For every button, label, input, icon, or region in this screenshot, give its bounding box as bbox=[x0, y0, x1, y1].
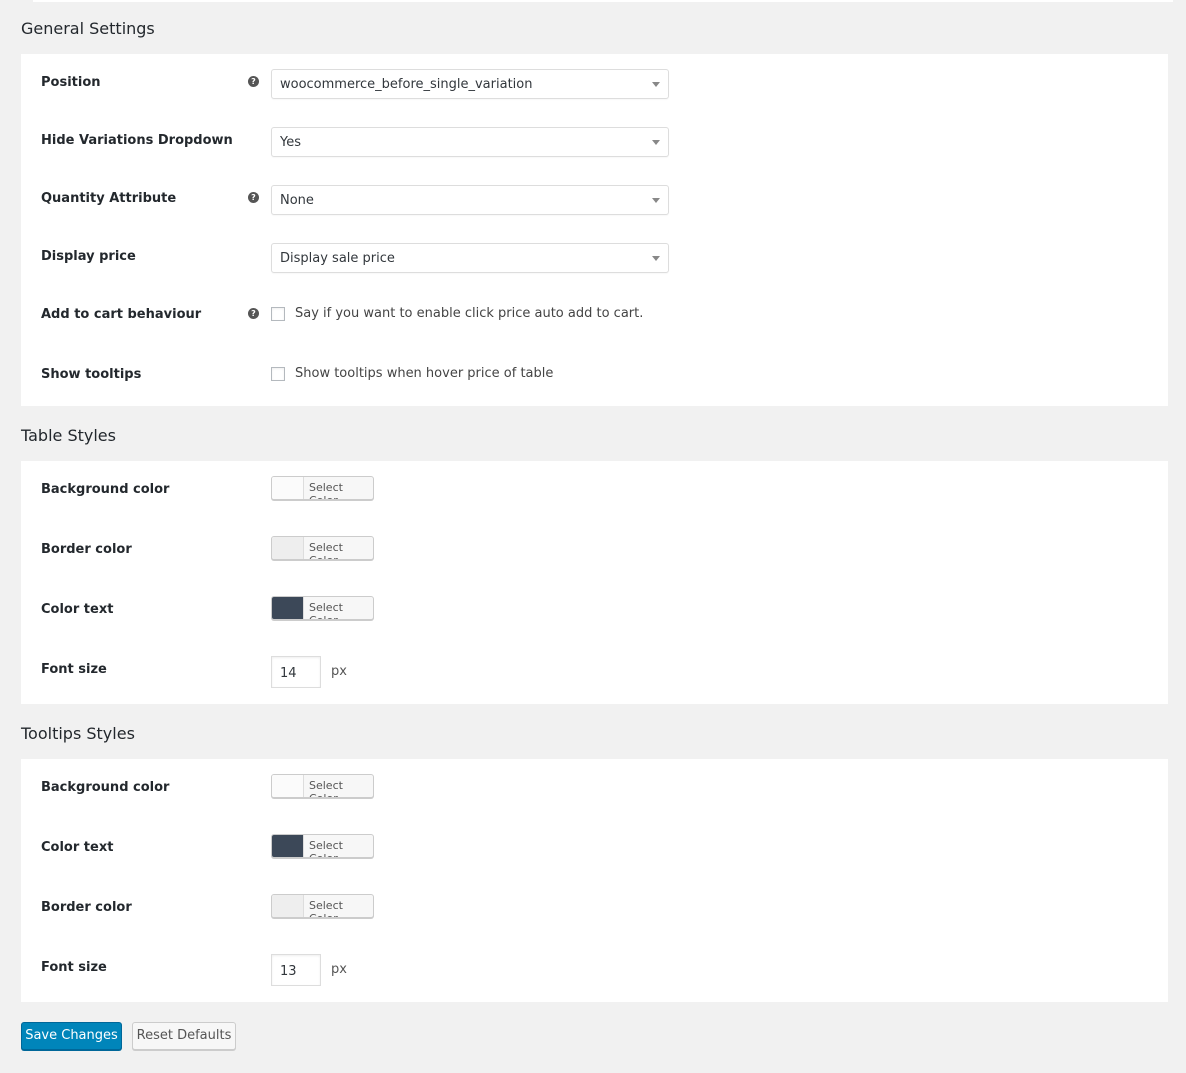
help-icon[interactable]: ? bbox=[248, 76, 259, 87]
table-border-color-button[interactable]: Select Color bbox=[271, 536, 374, 560]
tooltip-border-color-label: Border color bbox=[41, 900, 132, 915]
table-color-text-label: Color text bbox=[41, 602, 114, 617]
add-to-cart-label: Add to cart behaviour bbox=[41, 307, 202, 322]
reset-defaults-button[interactable]: Reset Defaults bbox=[132, 1022, 236, 1050]
tooltip-font-size-label: Font size bbox=[41, 960, 107, 975]
hide-variations-select[interactable]: Yes bbox=[271, 127, 669, 157]
position-select-value: woocommerce_before_single_variation bbox=[280, 77, 533, 92]
tooltip-font-size-unit: px bbox=[331, 962, 347, 977]
color-swatch bbox=[272, 775, 304, 797]
table-border-color-label: Border color bbox=[41, 542, 132, 557]
select-color-label: Select Color bbox=[309, 541, 343, 559]
select-color-label: Select Color bbox=[309, 481, 343, 499]
save-changes-button[interactable]: Save Changes bbox=[21, 1022, 122, 1050]
quantity-attribute-label: Quantity Attribute bbox=[41, 191, 177, 206]
previous-panel-edge bbox=[33, 0, 1173, 2]
tooltip-color-text-label: Color text bbox=[41, 840, 114, 855]
tooltips-styles-panel: Background color Select Color Color text… bbox=[21, 759, 1168, 1002]
color-swatch bbox=[272, 895, 304, 917]
select-color-label: Select Color bbox=[309, 899, 343, 917]
color-swatch bbox=[272, 477, 304, 499]
tooltip-font-size-input[interactable]: 13 bbox=[271, 954, 321, 986]
table-styles-panel: Background color Select Color Border col… bbox=[21, 461, 1168, 704]
table-font-size-unit: px bbox=[331, 664, 347, 679]
hide-variations-select-value: Yes bbox=[280, 135, 301, 150]
tooltip-border-color-button[interactable]: Select Color bbox=[271, 894, 374, 918]
tooltip-color-text-button[interactable]: Select Color bbox=[271, 834, 374, 858]
select-color-label: Select Color bbox=[309, 601, 343, 619]
color-swatch bbox=[272, 537, 304, 559]
table-bg-color-button[interactable]: Select Color bbox=[271, 476, 374, 500]
table-styles-title: Table Styles bbox=[21, 426, 116, 445]
chevron-down-icon bbox=[652, 82, 660, 87]
color-swatch bbox=[272, 597, 304, 619]
tooltip-bg-color-button[interactable]: Select Color bbox=[271, 774, 374, 798]
add-to-cart-checkbox[interactable] bbox=[271, 307, 285, 321]
position-label: Position bbox=[41, 75, 101, 90]
table-font-size-input[interactable]: 14 bbox=[271, 656, 321, 688]
select-color-label: Select Color bbox=[309, 779, 343, 797]
display-price-select[interactable]: Display sale price bbox=[271, 243, 669, 273]
show-tooltips-checkbox[interactable] bbox=[271, 367, 285, 381]
chevron-down-icon bbox=[652, 140, 660, 145]
help-icon[interactable]: ? bbox=[248, 192, 259, 203]
quantity-attribute-select[interactable]: None bbox=[271, 185, 669, 215]
select-color-label: Select Color bbox=[309, 839, 343, 857]
quantity-attribute-select-value: None bbox=[280, 193, 314, 208]
general-settings-panel: Position ? woocommerce_before_single_var… bbox=[21, 54, 1168, 406]
display-price-select-value: Display sale price bbox=[280, 251, 395, 266]
help-icon[interactable]: ? bbox=[248, 308, 259, 319]
color-swatch bbox=[272, 835, 304, 857]
tooltips-styles-title: Tooltips Styles bbox=[21, 724, 135, 743]
tooltip-bg-color-label: Background color bbox=[41, 780, 170, 795]
table-color-text-button[interactable]: Select Color bbox=[271, 596, 374, 620]
position-select[interactable]: woocommerce_before_single_variation bbox=[271, 69, 669, 99]
chevron-down-icon bbox=[652, 256, 660, 261]
show-tooltips-checkbox-label[interactable]: Show tooltips when hover price of table bbox=[295, 366, 553, 381]
table-bg-color-label: Background color bbox=[41, 482, 170, 497]
table-font-size-label: Font size bbox=[41, 662, 107, 677]
general-settings-title: General Settings bbox=[21, 19, 155, 38]
chevron-down-icon bbox=[652, 198, 660, 203]
add-to-cart-checkbox-label[interactable]: Say if you want to enable click price au… bbox=[295, 306, 643, 321]
hide-variations-label: Hide Variations Dropdown bbox=[41, 133, 233, 148]
show-tooltips-label: Show tooltips bbox=[41, 367, 142, 382]
display-price-label: Display price bbox=[41, 249, 136, 264]
